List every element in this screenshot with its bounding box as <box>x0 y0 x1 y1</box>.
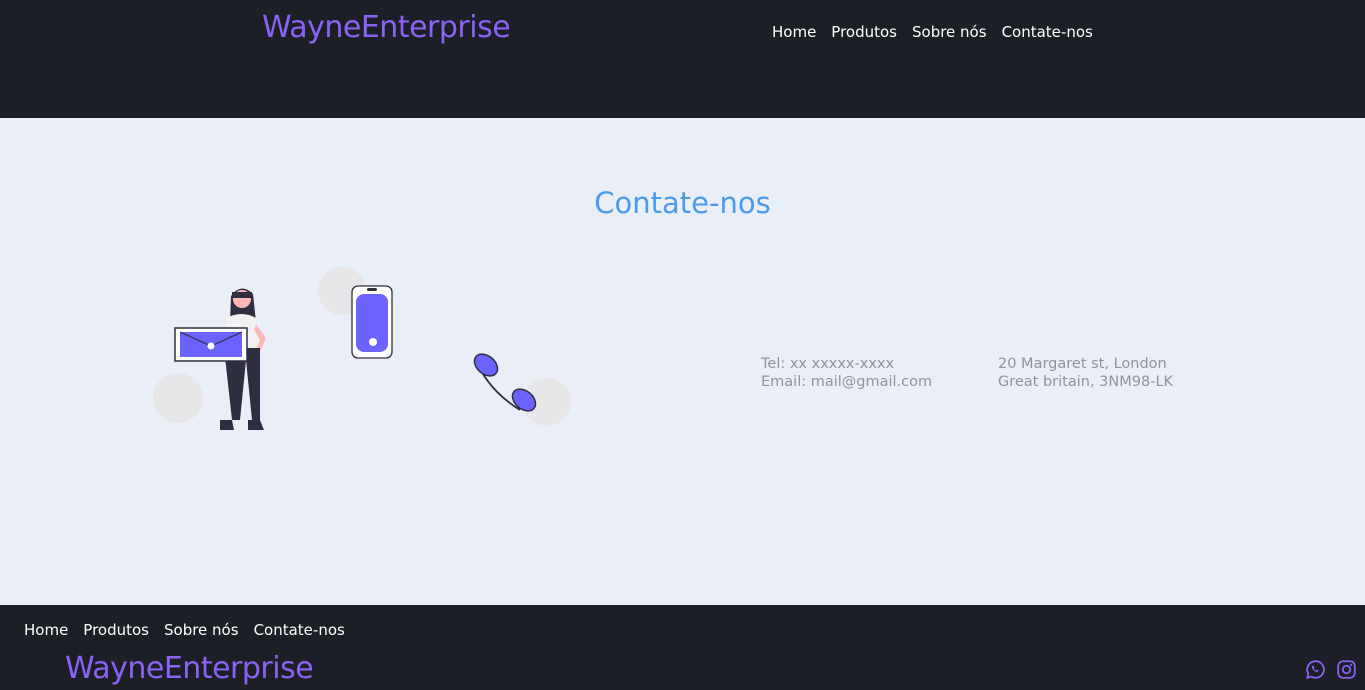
contact-info: Tel: xx xxxxx-xxxx Email: mail@gmail.com <box>761 355 932 391</box>
nav-sobre-link[interactable]: Sobre nós <box>912 23 987 41</box>
address-line-1: 20 Margaret st, London <box>998 356 1167 372</box>
phone-handset <box>473 353 537 412</box>
smartphone <box>351 285 393 359</box>
page-title: Contate-nos <box>594 186 771 220</box>
address-line-2: Great britain, 3NM98-LK <box>998 374 1174 390</box>
footer-contato-link[interactable]: Contate-nos <box>254 621 345 639</box>
site-footer: Home Produtos Sobre nós Contate-nos Wayn… <box>0 605 1365 690</box>
social-links <box>1305 659 1357 680</box>
contact-illustration <box>153 267 571 430</box>
contact-phone: Tel: xx xxxxx-xxxx <box>761 356 895 372</box>
nav-produtos-link[interactable]: Produtos <box>831 23 897 41</box>
footer-nav: Home Produtos Sobre nós Contate-nos <box>24 621 345 639</box>
nav-contato-link[interactable]: Contate-nos <box>1002 23 1093 41</box>
footer-home-link[interactable]: Home <box>24 621 68 639</box>
site-header: WayneEnterprise Home Produtos Sobre nós … <box>0 0 1365 118</box>
whatsapp-icon[interactable] <box>1305 659 1326 680</box>
laptop-envelope <box>174 327 248 362</box>
footer-sobre-link[interactable]: Sobre nós <box>164 621 239 639</box>
bg-circle <box>153 373 203 423</box>
footer-brand-logo[interactable]: WayneEnterprise <box>65 651 314 686</box>
contact-address: 20 Margaret st, London Great britain, 3N… <box>998 355 1173 391</box>
contact-section: Contate-nos Tel: xx xxxxx-xxxx Email: ma… <box>0 118 1365 605</box>
brand-logo[interactable]: WayneEnterprise <box>262 10 511 45</box>
nav-home-link[interactable]: Home <box>772 23 816 41</box>
header-nav: Home Produtos Sobre nós Contate-nos <box>772 23 1093 41</box>
footer-produtos-link[interactable]: Produtos <box>83 621 149 639</box>
contact-email: Email: mail@gmail.com <box>761 374 933 390</box>
instagram-icon[interactable] <box>1336 659 1357 680</box>
